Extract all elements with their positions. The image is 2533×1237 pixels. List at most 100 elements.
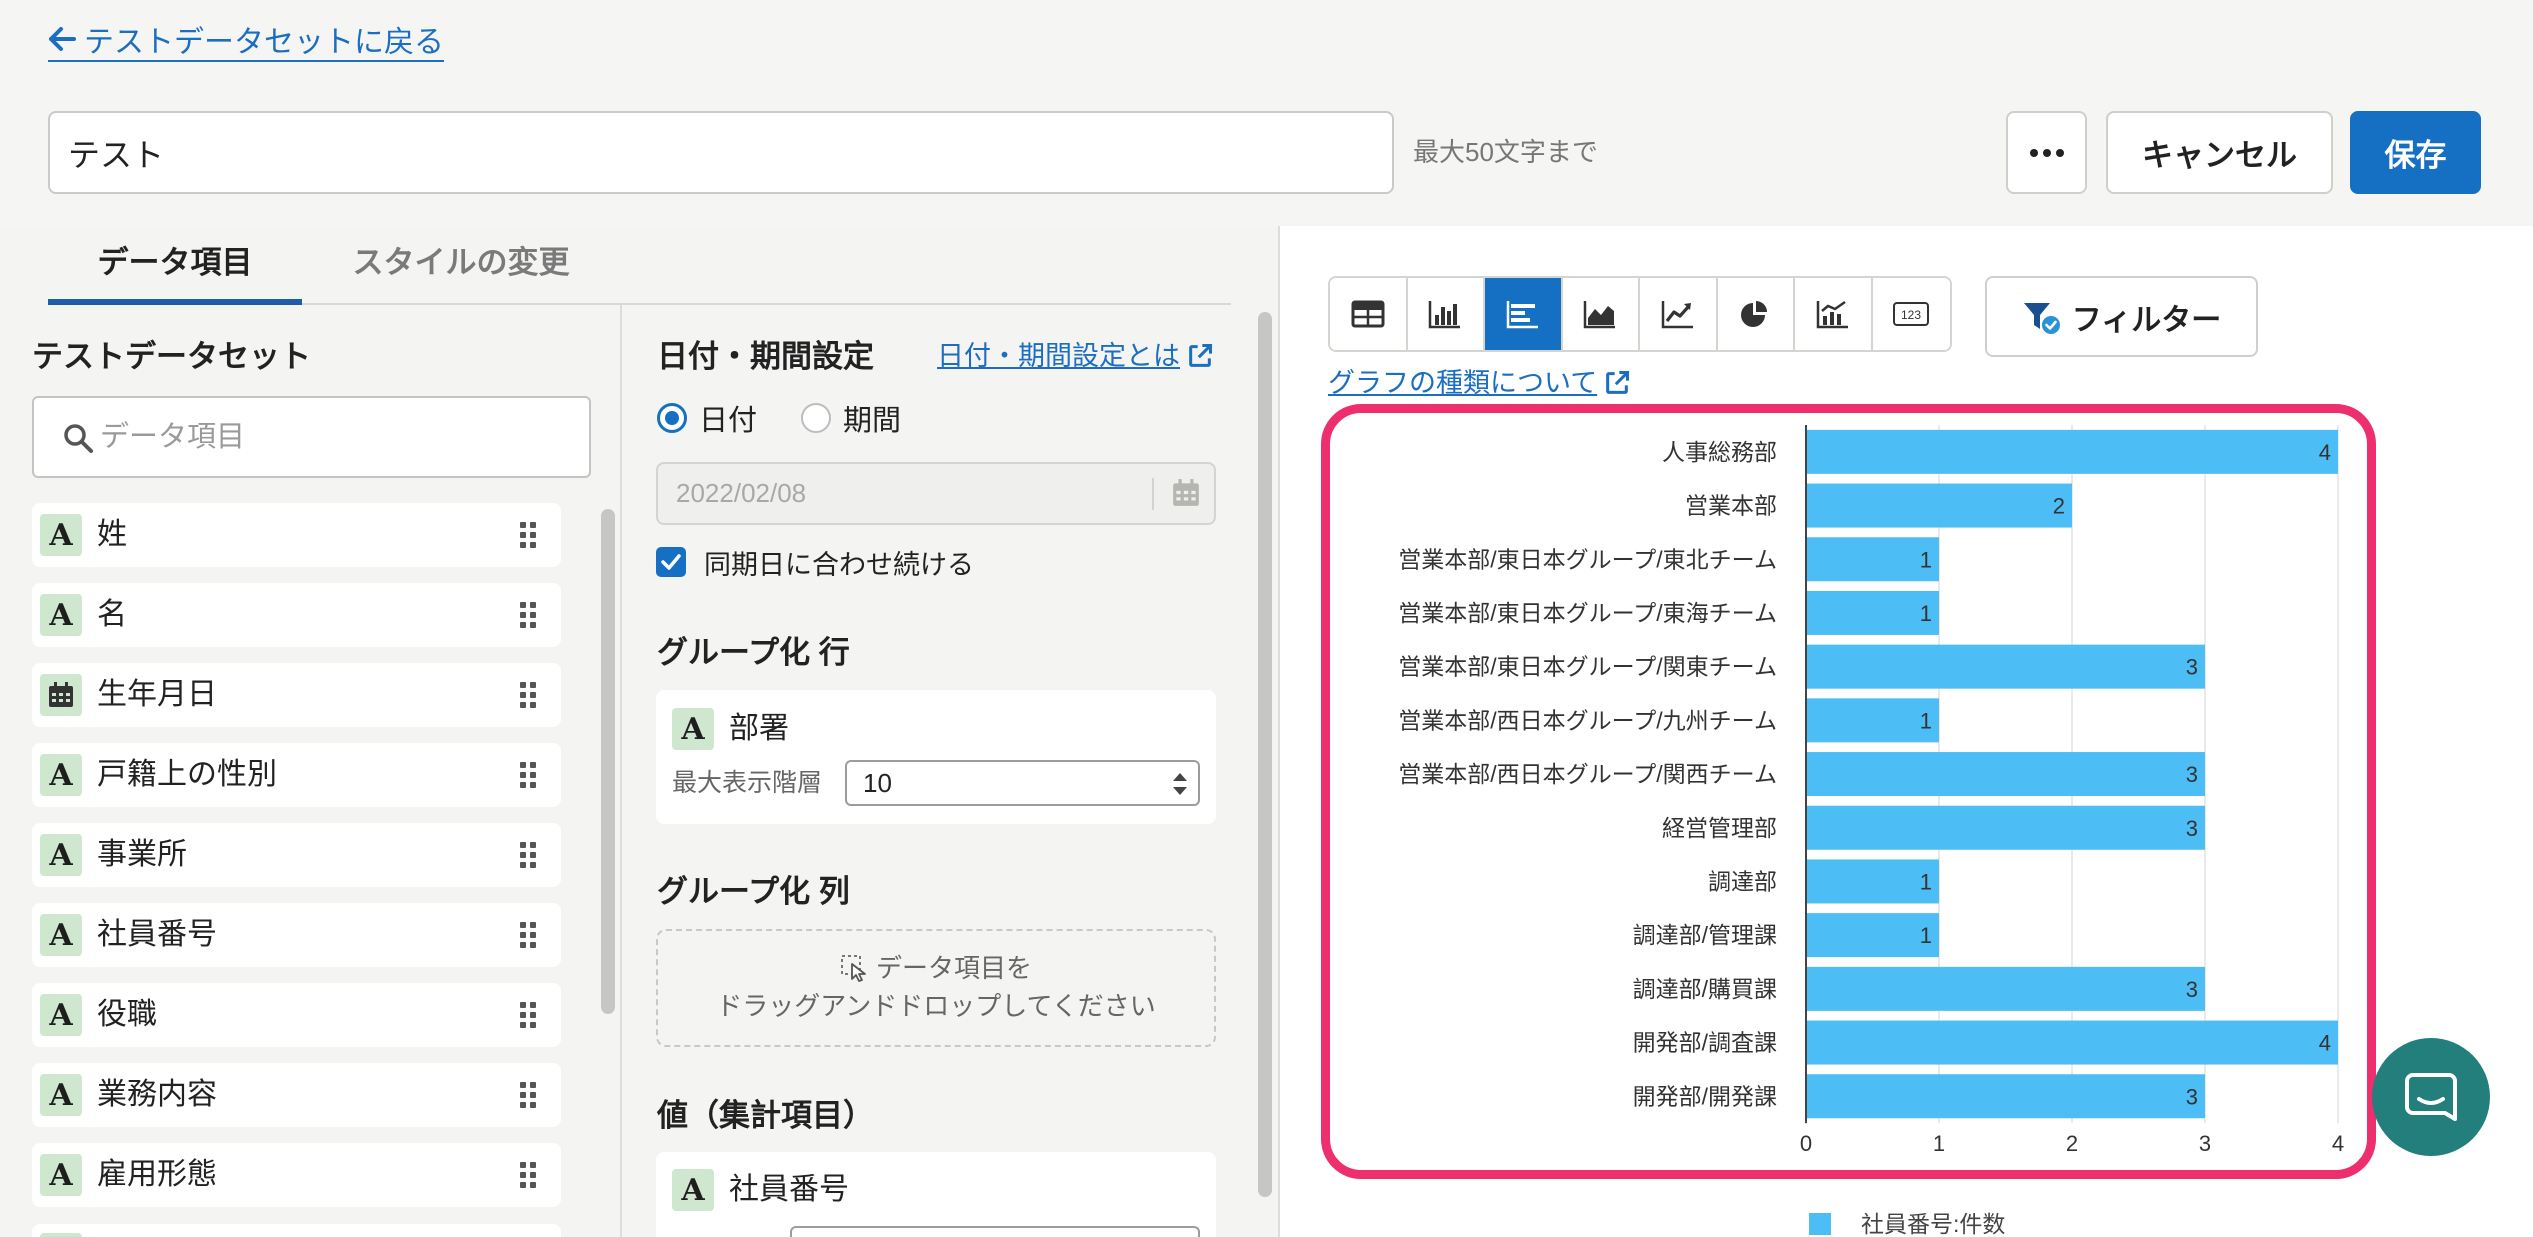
- category-label: 開発部/調査課: [1633, 1030, 1777, 1056]
- select-arrows-icon: [1173, 773, 1187, 795]
- check-icon: [661, 554, 681, 570]
- dataset-title: テストデータセット: [32, 339, 311, 374]
- data-label: 1: [1920, 869, 1932, 894]
- text-type-icon: A: [40, 1154, 82, 1196]
- bar: [1806, 644, 2205, 689]
- drag-handle-icon[interactable]: [520, 602, 536, 628]
- field-item[interactable]: A 社員番号: [32, 903, 561, 967]
- line-chart-icon: [1661, 301, 1693, 329]
- radio-button-unchecked[interactable]: [801, 403, 831, 433]
- group-row-field-card[interactable]: A 部署 最大表示階層 10: [656, 690, 1216, 824]
- chart-type-toolbar: 123: [1328, 276, 1952, 352]
- settings-scrollbar[interactable]: [1258, 312, 1272, 1197]
- back-to-dataset-link[interactable]: テストデータセットに戻る: [48, 18, 444, 62]
- radio-period-label: 期間: [843, 405, 902, 437]
- max-level-select[interactable]: 10: [845, 760, 1200, 806]
- date-settings-help-link[interactable]: 日付・期間設定とは: [937, 337, 1214, 375]
- bar-chart-icon: [1506, 301, 1538, 329]
- chart-type-column-button[interactable]: [1407, 278, 1485, 350]
- chart-type-line-button[interactable]: [1640, 278, 1718, 350]
- data-label: 3: [2186, 655, 2198, 680]
- group-column-dropzone[interactable]: データ項目を ドラッグアンドドロップしてください: [656, 929, 1216, 1047]
- sync-date-option[interactable]: 同期日に合わせ続ける: [656, 547, 974, 580]
- column-chart-icon: [1429, 301, 1461, 329]
- data-label: 3: [2186, 762, 2198, 787]
- date-settings-help-label: 日付・期間設定とは: [937, 341, 1180, 371]
- field-item[interactable]: A 業務内容: [32, 1063, 561, 1127]
- drag-handle-icon[interactable]: [520, 922, 536, 948]
- radio-button-checked[interactable]: [657, 403, 687, 433]
- tab-data-items[interactable]: データ項目: [48, 232, 302, 299]
- save-button[interactable]: 保存: [2350, 111, 2481, 194]
- field-item[interactable]: A 役職: [32, 983, 561, 1047]
- field-label: 姓: [97, 518, 127, 551]
- radio-period-option[interactable]: 期間: [801, 403, 901, 437]
- text-type-icon: A: [40, 914, 82, 956]
- category-label: 調達部/管理課: [1633, 922, 1777, 948]
- value-field-label: 社員番号: [729, 1173, 849, 1206]
- aggregation-select[interactable]: [790, 1226, 1200, 1237]
- dropzone-hint-line1: データ項目を: [658, 951, 1214, 985]
- text-type-icon: A: [40, 594, 82, 636]
- field-label: 事業所: [97, 838, 187, 871]
- drag-handle-icon[interactable]: [520, 1082, 536, 1108]
- radio-date-option[interactable]: 日付: [657, 403, 757, 437]
- chat-support-button[interactable]: [2372, 1038, 2490, 1156]
- chart-type-table-button[interactable]: [1330, 278, 1408, 350]
- field-item[interactable]: A 姓: [32, 503, 561, 567]
- text-type-icon: A: [40, 834, 82, 876]
- more-options-button[interactable]: [2006, 111, 2087, 194]
- chart-type-number-button[interactable]: 123: [1872, 278, 1950, 350]
- group-column-title: グループ化 列: [657, 874, 850, 909]
- chart-type-pie-button[interactable]: [1717, 278, 1795, 350]
- checkbox-checked[interactable]: [656, 547, 686, 577]
- active-tab-indicator: [48, 299, 302, 305]
- field-label: 社員番号: [97, 918, 217, 951]
- column-divider: [620, 305, 622, 1237]
- field-search-input[interactable]: [32, 396, 591, 478]
- category-label: 開発部/開発課: [1633, 1083, 1777, 1109]
- field-item-partial[interactable]: [32, 1224, 561, 1237]
- field-item[interactable]: 生年月日: [32, 663, 561, 727]
- drag-handle-icon[interactable]: [520, 1162, 536, 1188]
- field-list-scrollbar[interactable]: [601, 509, 615, 1014]
- chart-type-bar-button[interactable]: [1485, 278, 1563, 350]
- max-level-label: 最大表示階層: [672, 769, 823, 797]
- group-row-title: グループ化 行: [657, 635, 850, 670]
- x-tick-label: 4: [2332, 1131, 2344, 1156]
- filter-button[interactable]: フィルター: [1985, 276, 2258, 357]
- report-title-input[interactable]: [48, 111, 1394, 194]
- field-item[interactable]: A 雇用形態: [32, 1143, 561, 1207]
- drag-handle-icon[interactable]: [520, 842, 536, 868]
- cancel-button[interactable]: キャンセル: [2106, 111, 2333, 194]
- category-label: 営業本部/東日本グループ/東北チーム: [1398, 546, 1777, 572]
- tab-style-change[interactable]: スタイルの変更: [331, 232, 591, 299]
- chart-types-help-link[interactable]: グラフの種類について: [1328, 364, 1631, 402]
- drag-handle-icon[interactable]: [520, 762, 536, 788]
- x-tick-label: 3: [2199, 1131, 2211, 1156]
- area-chart-icon: [1584, 301, 1616, 329]
- drag-handle-icon[interactable]: [520, 522, 536, 548]
- calendar-icon: [40, 674, 82, 716]
- field-label: 戸籍上の性別: [97, 758, 277, 791]
- back-link-label: テストデータセットに戻る: [84, 26, 444, 59]
- text-type-icon: A: [40, 514, 82, 556]
- category-label: 営業本部: [1685, 493, 1777, 519]
- chart-type-combo-button[interactable]: [1795, 278, 1873, 350]
- value-field-card[interactable]: A 社員番号: [656, 1152, 1216, 1237]
- field-item[interactable]: A 名: [32, 583, 561, 647]
- legend-swatch: [1809, 1213, 1831, 1235]
- filter-icon: [2023, 302, 2060, 334]
- field-item[interactable]: A 戸籍上の性別: [32, 743, 561, 807]
- ellipsis-icon: [2029, 148, 2064, 157]
- data-label: 3: [2186, 977, 2198, 1002]
- data-label: 1: [1920, 708, 1932, 733]
- text-type-icon: A: [40, 754, 82, 796]
- bar: [1806, 483, 2072, 528]
- field-label: 役職: [97, 998, 157, 1031]
- chart-type-area-button[interactable]: [1562, 278, 1640, 350]
- field-item[interactable]: A 事業所: [32, 823, 561, 887]
- drag-handle-icon[interactable]: [520, 682, 536, 708]
- data-label: 3: [2186, 816, 2198, 841]
- drag-handle-icon[interactable]: [520, 1002, 536, 1028]
